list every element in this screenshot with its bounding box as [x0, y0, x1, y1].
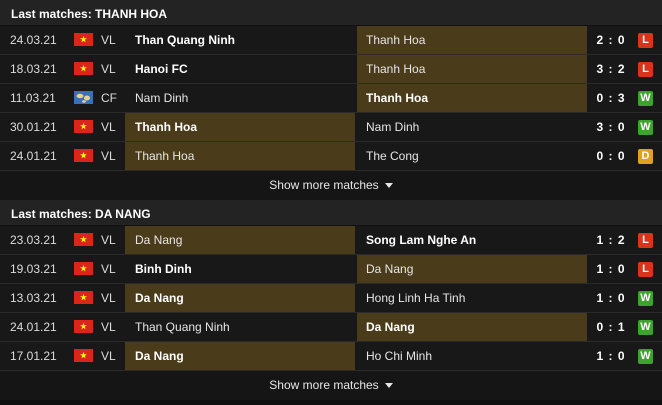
match-date: 24.03.21 — [10, 33, 57, 47]
match-row[interactable]: 24.01.21 VL Thanh Hoa The Cong 0 : 0 D — [0, 142, 662, 171]
vietnam-flag-icon — [74, 149, 93, 163]
away-team[interactable]: Thanh Hoa — [357, 84, 587, 112]
match-score[interactable]: 2 : 0 — [587, 26, 635, 54]
away-team[interactable]: Da Nang — [357, 255, 587, 283]
last-matches-section: Last matches: THANH HOA 24.03.21 VL Than… — [0, 0, 662, 200]
home-team[interactable]: Than Quang Ninh — [125, 313, 355, 341]
match-date: 19.03.21 — [10, 262, 57, 276]
away-team[interactable]: Thanh Hoa — [357, 26, 587, 54]
away-team[interactable]: The Cong — [357, 142, 587, 170]
home-team[interactable]: Binh Dinh — [125, 255, 355, 283]
result-badge: D — [638, 149, 653, 164]
match-score[interactable]: 1 : 0 — [587, 342, 635, 370]
match-date: 23.03.21 — [10, 233, 57, 247]
match-row[interactable]: 24.03.21 VL Than Quang Ninh Thanh Hoa 2 … — [0, 26, 662, 55]
match-row[interactable]: 30.01.21 VL Thanh Hoa Nam Dinh 3 : 0 W — [0, 113, 662, 142]
home-team[interactable]: Than Quang Ninh — [125, 26, 355, 54]
caret-down-icon — [384, 383, 393, 389]
match-score[interactable]: 1 : 2 — [587, 226, 635, 254]
away-team[interactable]: Thanh Hoa — [357, 55, 587, 83]
result-badge: L — [638, 233, 653, 248]
result-badge: W — [638, 349, 653, 364]
home-team[interactable]: Hanoi FC — [125, 55, 355, 83]
match-date: 13.03.21 — [10, 291, 57, 305]
vietnam-flag-icon — [74, 291, 93, 305]
away-team[interactable]: Nam Dinh — [357, 113, 587, 141]
match-score[interactable]: 1 : 0 — [587, 284, 635, 312]
match-date: 24.01.21 — [10, 149, 57, 163]
match-score[interactable]: 0 : 0 — [587, 142, 635, 170]
show-more-matches-link[interactable]: Show more matches — [0, 171, 662, 200]
away-team[interactable]: Ho Chi Minh — [357, 342, 587, 370]
match-score[interactable]: 3 : 0 — [587, 113, 635, 141]
match-row[interactable]: 17.01.21 VL Da Nang Ho Chi Minh 1 : 0 W — [0, 342, 662, 371]
match-score[interactable]: 0 : 3 — [587, 84, 635, 112]
home-team[interactable]: Thanh Hoa — [125, 113, 355, 141]
home-team[interactable]: Da Nang — [125, 342, 355, 370]
home-team[interactable]: Da Nang — [125, 226, 355, 254]
match-row[interactable]: 13.03.21 VL Da Nang Hong Linh Ha Tinh 1 … — [0, 284, 662, 313]
section-title: Last matches: THANH HOA — [0, 0, 662, 26]
away-team[interactable]: Da Nang — [357, 313, 587, 341]
match-score[interactable]: 0 : 1 — [587, 313, 635, 341]
caret-down-icon — [384, 183, 393, 189]
vietnam-flag-icon — [74, 349, 93, 363]
match-date: 18.03.21 — [10, 62, 57, 76]
vietnam-flag-icon — [74, 33, 93, 47]
match-date: 17.01.21 — [10, 349, 57, 363]
result-badge: W — [638, 320, 653, 335]
match-row[interactable]: 23.03.21 VL Da Nang Song Lam Nghe An 1 :… — [0, 226, 662, 255]
world-flag-icon — [74, 91, 93, 105]
result-badge: W — [638, 91, 653, 106]
match-score[interactable]: 3 : 2 — [587, 55, 635, 83]
home-team[interactable]: Nam Dinh — [125, 84, 355, 112]
result-badge: W — [638, 291, 653, 306]
vietnam-flag-icon — [74, 62, 93, 76]
match-row[interactable]: 11.03.21 CF Nam Dinh Thanh Hoa 0 : 3 W — [0, 84, 662, 113]
section-title: Last matches: DA NANG — [0, 200, 662, 226]
away-team[interactable]: Song Lam Nghe An — [357, 226, 587, 254]
show-more-matches-link[interactable]: Show more matches — [0, 371, 662, 400]
away-team[interactable]: Hong Linh Ha Tinh — [357, 284, 587, 312]
last-matches-section: Last matches: DA NANG 23.03.21 VL Da Nan… — [0, 200, 662, 400]
vietnam-flag-icon — [74, 233, 93, 247]
vietnam-flag-icon — [74, 320, 93, 334]
result-badge: L — [638, 62, 653, 77]
match-row[interactable]: 18.03.21 VL Hanoi FC Thanh Hoa 3 : 2 L — [0, 55, 662, 84]
result-badge: L — [638, 262, 653, 277]
match-date: 30.01.21 — [10, 120, 57, 134]
match-date: 11.03.21 — [10, 91, 56, 105]
home-team[interactable]: Thanh Hoa — [125, 142, 355, 170]
vietnam-flag-icon — [74, 120, 93, 134]
match-date: 24.01.21 — [10, 320, 57, 334]
match-score[interactable]: 1 : 0 — [587, 255, 635, 283]
show-more-label: Show more matches — [269, 378, 379, 392]
result-badge: W — [638, 120, 653, 135]
show-more-label: Show more matches — [269, 178, 379, 192]
match-row[interactable]: 24.01.21 VL Than Quang Ninh Da Nang 0 : … — [0, 313, 662, 342]
match-row[interactable]: 19.03.21 VL Binh Dinh Da Nang 1 : 0 L — [0, 255, 662, 284]
home-team[interactable]: Da Nang — [125, 284, 355, 312]
result-badge: L — [638, 33, 653, 48]
vietnam-flag-icon — [74, 262, 93, 276]
